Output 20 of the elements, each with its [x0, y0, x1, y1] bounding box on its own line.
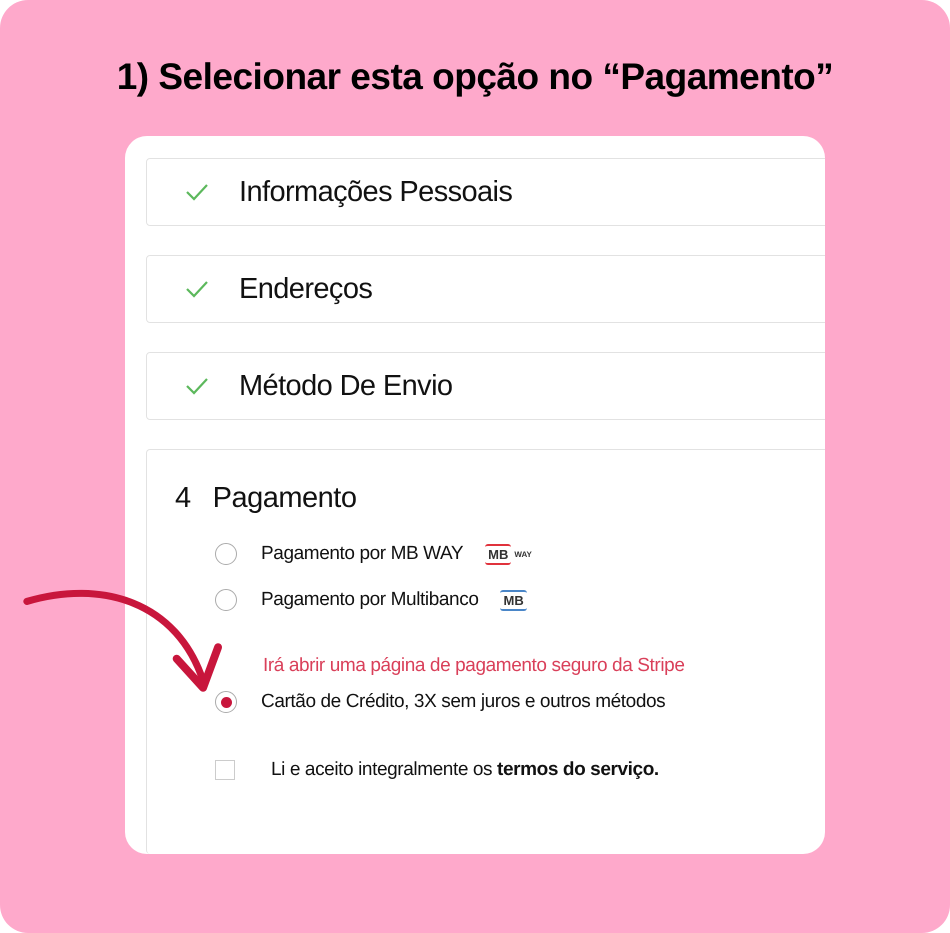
option-label[interactable]: Pagamento por Multibanco [261, 589, 478, 611]
option-label[interactable]: Pagamento por MB WAY [261, 543, 464, 565]
multibanco-logo: MB [500, 590, 527, 610]
radio-button[interactable] [215, 543, 237, 565]
step-title: Informações Pessoais [239, 176, 512, 208]
step-number: 4 [175, 482, 191, 515]
option-label[interactable]: Cartão de Crédito, 3X sem juros e outros métodos [261, 691, 666, 713]
mbway-logo: MB WAY [485, 544, 532, 564]
radio-button[interactable] [215, 589, 237, 611]
step-title: Método De Envio [239, 370, 452, 402]
checkout-step[interactable]: Método De Envio [146, 352, 825, 420]
checkout-step[interactable]: Endereços [146, 255, 825, 323]
terms-text: Li e aceito integralmente os termos do serviço. [271, 759, 659, 781]
checkbox[interactable] [215, 760, 235, 780]
page-heading: 1) Selecionar esta opção no “Pagamento” [116, 56, 834, 98]
radio-button[interactable] [215, 691, 237, 713]
checkout-step[interactable]: Informações Pessoais [146, 158, 825, 226]
step-title: Pagamento [212, 482, 356, 515]
step-title: Endereços [239, 272, 372, 306]
notice-text: Irá abrir uma página de pagamento seguro da Stripe [263, 655, 684, 677]
